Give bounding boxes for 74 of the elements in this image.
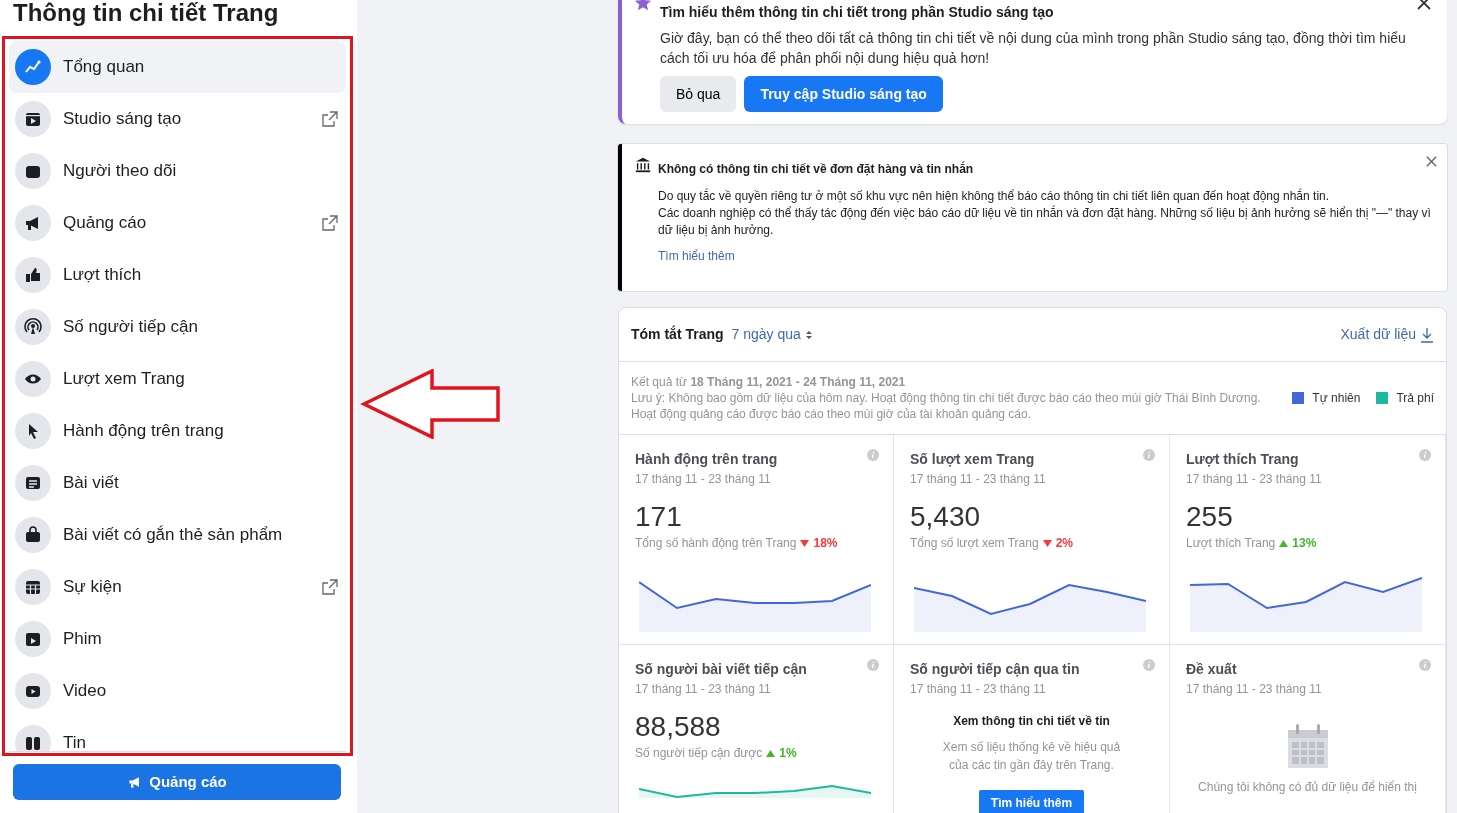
legend-label: Trả phí — [1396, 390, 1434, 406]
sidebar-item[interactable]: Tổng quan — [9, 41, 346, 93]
sidebar-item[interactable]: Bài viết — [9, 457, 346, 509]
story-description: Xem số liệu thống kê về hiệu quả của các tin gần đây trên Trang. — [941, 739, 1122, 774]
note-text: Hoạt động quảng cáo được báo cáo theo múi giờ của tài khoản quảng cáo. — [631, 406, 1033, 422]
download-icon — [1420, 326, 1434, 343]
date-range: 17 tháng 11 - 23 tháng 11 — [635, 681, 771, 698]
info-icon[interactable] — [1143, 659, 1155, 671]
info-icon[interactable] — [1419, 449, 1431, 461]
promote-button[interactable]: Quảng cáo — [13, 764, 341, 800]
date-range: 17 tháng 11 - 23 tháng 11 — [910, 681, 1046, 698]
sidebar-item[interactable]: Tin — [9, 717, 346, 751]
change-percent: 18% — [813, 535, 838, 552]
notice-text: Các doanh nghiệp có thể thấy tác động đến việc báo cáo dữ liệu về tin nhắn và đơn đặt hàng. Những số liệu bị ảnh hưởng sẽ hiển thị "—" thay vì dữ liệu bị ảnh hưởng. — [658, 205, 1432, 239]
thumbs-up-icon — [23, 265, 43, 285]
period-dropdown[interactable]: 7 ngày qua — [731, 324, 813, 345]
sidebar-item[interactable]: Lượt xem Trang — [9, 353, 346, 405]
card-title: Số người tiếp cận qua tin — [910, 660, 1080, 679]
metric-caption: Lượt thích Trang — [1186, 535, 1276, 552]
legend-label: Tự nhiên — [1312, 390, 1361, 406]
sort-caret-icon — [804, 330, 813, 341]
banner-text: Giờ đây, bạn có thể theo dõi tất cả thông tin chi tiết về nội dung của mình trong phần Studio sáng tạo, đồng thời tìm hiểu cách tối ưu hóa để phân phối nội dung hiệu quả hơn! — [660, 29, 1407, 68]
sidebar-item[interactable]: Lượt thích — [9, 249, 346, 301]
date-range-text: Kết quả từ 18 Tháng 11, 2021 - 24 Tháng 11, 2021 — [631, 374, 907, 390]
sidebar-item[interactable]: Sự kiện — [9, 561, 346, 613]
close-icon[interactable] — [1417, 0, 1431, 10]
notice-title: Không có thông tin chi tiết về đơn đặt hàng và tin nhắn — [658, 160, 974, 178]
date-range: 17 tháng 11 - 23 tháng 11 — [1186, 681, 1322, 698]
export-link[interactable]: Xuất dữ liệu — [1340, 324, 1434, 345]
sidebar-item[interactable]: Người theo dõi — [9, 145, 346, 197]
notice-text: Do quy tắc về quyền riêng tư ở một số khu vực nên hiện không thể báo cáo thông tin chi tiết liên quan đến hoạt động nhắn tin. — [658, 188, 1331, 205]
summary-title: Tóm tắt Trang — [631, 324, 724, 344]
card-title: Hành động trên trang — [635, 450, 778, 469]
skip-button[interactable]: Bỏ qua — [660, 76, 737, 112]
sidebar-item[interactable]: Video — [9, 665, 346, 717]
story-heading: Xem thông tin chi tiết về tin — [952, 713, 1111, 730]
date-range: 17 tháng 11 - 23 tháng 11 — [1186, 471, 1322, 488]
info-icon[interactable] — [867, 659, 879, 671]
metric-caption: Số người tiếp cận được — [635, 745, 763, 762]
metric-caption: Tổng số lượt xem Trang — [910, 535, 1039, 552]
card-title: Lượt thích Trang — [1186, 450, 1299, 469]
metric-value: 88,588 — [635, 710, 722, 744]
info-icon[interactable] — [1419, 659, 1431, 671]
sidebar-item[interactable]: Hành động trên trang — [9, 405, 346, 457]
info-icon[interactable] — [867, 449, 879, 461]
close-icon[interactable] — [1426, 156, 1437, 167]
change-percent: 2% — [1055, 535, 1073, 552]
metric-value: 171 — [635, 500, 683, 534]
page-title: Thông tin chi tiết Trang — [13, 0, 280, 28]
change-percent: 13% — [1292, 535, 1317, 552]
broadcast-icon — [23, 317, 43, 337]
date-range: 17 tháng 11 - 23 tháng 11 — [635, 471, 771, 488]
open-studio-button[interactable]: Truy cập Studio sáng tạo — [744, 76, 943, 112]
learn-more-link[interactable]: Tìm hiểu thêm — [658, 247, 735, 265]
metric-value: 5,430 — [910, 500, 982, 534]
metric-caption: Tổng số hành động trên Trang — [635, 535, 797, 552]
card-title: Số lượt xem Trang — [910, 450, 1035, 469]
bank-icon — [634, 156, 652, 174]
calendar-icon — [1287, 724, 1328, 768]
banner-title: Tìm hiểu thêm thông tin chi tiết trong phần Studio sáng tạo — [660, 5, 1054, 19]
card-title: Số người bài viết tiếp cận — [635, 660, 807, 679]
info-icon[interactable] — [1143, 449, 1155, 461]
metric-value: 255 — [1186, 500, 1234, 534]
sidebar-item[interactable]: Bài viết có gắn thẻ sản phẩm — [9, 509, 346, 561]
sidebar-item[interactable]: Phim — [9, 613, 346, 665]
empty-message: Chúng tôi không có đủ dữ liệu để hiển thị — [1197, 779, 1418, 796]
card-title: Đề xuất — [1186, 660, 1237, 679]
learn-more-button[interactable]: Tìm hiểu thêm — [978, 790, 1085, 813]
change-percent: 1% — [779, 745, 797, 762]
sidebar-item[interactable]: Studio sáng tạo — [9, 93, 346, 145]
date-range: 17 tháng 11 - 23 tháng 11 — [910, 471, 1046, 488]
note-text: Lưu ý: Không bao gồm dữ liệu của hôm nay. Hoạt động thông tin chi tiết được báo cáo theo múi giờ Thái Bình Dương. — [631, 390, 1262, 406]
sidebar-item[interactable]: Quảng cáo — [9, 197, 346, 249]
sidebar-item[interactable]: Số người tiếp cận — [9, 301, 346, 353]
